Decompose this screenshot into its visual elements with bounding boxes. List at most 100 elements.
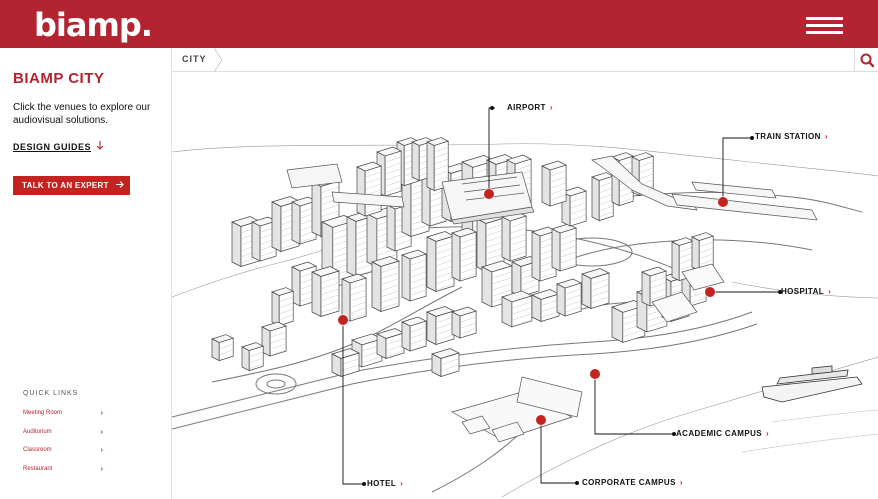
talk-to-expert-button[interactable]: TALK TO AN EXPERT bbox=[13, 176, 130, 195]
chevron-right-icon: › bbox=[824, 132, 828, 141]
building-block bbox=[251, 221, 261, 262]
chevron-right-icon: › bbox=[679, 478, 683, 487]
venue-link-train-station[interactable]: TRAIN STATION › bbox=[755, 132, 828, 141]
quick-link-label: Meeting Room bbox=[23, 410, 63, 416]
quick-link-classroom[interactable]: Classroom › bbox=[23, 447, 103, 454]
design-guides-link[interactable]: DESIGN GUIDES bbox=[13, 141, 104, 152]
search-icon[interactable] bbox=[854, 48, 878, 72]
map-pin-academic-campus[interactable] bbox=[590, 369, 600, 379]
building-block bbox=[231, 221, 242, 268]
map-pin-airport[interactable] bbox=[484, 189, 494, 199]
arrow-right-icon bbox=[116, 176, 125, 195]
chevron-right-icon: › bbox=[828, 287, 832, 296]
building-block bbox=[551, 228, 561, 272]
building-block bbox=[531, 231, 541, 282]
sidebar-intro-text: Click the venues to explore our audiovis… bbox=[13, 102, 151, 126]
building-block bbox=[311, 271, 322, 318]
city-map: AIRPORT › TRAIN STATION › HOSPITAL › ACADEM… bbox=[172, 72, 878, 499]
venue-label: HOSPITAL bbox=[781, 287, 825, 296]
chevron-right-icon: › bbox=[100, 429, 103, 436]
design-guides-label: DESIGN GUIDES bbox=[13, 142, 92, 152]
building-block bbox=[346, 216, 357, 278]
quick-link-label: Restaurant bbox=[23, 466, 53, 472]
chevron-right-icon: › bbox=[100, 410, 103, 417]
top-nav-bar: biamp. bbox=[0, 0, 878, 48]
quick-link-label: Classroom bbox=[23, 447, 52, 453]
building-block bbox=[501, 296, 513, 328]
leader-dot bbox=[750, 136, 754, 140]
chevron-right-icon: › bbox=[100, 447, 103, 454]
building-block bbox=[380, 260, 400, 312]
breadcrumb-separator bbox=[214, 48, 223, 72]
breadcrumb: CITY bbox=[172, 48, 878, 72]
venue-label: HOTEL bbox=[367, 479, 397, 488]
map-pin-train-station[interactable] bbox=[718, 197, 728, 207]
building-block bbox=[409, 253, 427, 302]
biamp-logo[interactable]: biamp. bbox=[34, 6, 153, 44]
venue-link-hotel[interactable]: HOTEL › bbox=[367, 479, 403, 488]
building-block bbox=[569, 190, 587, 227]
chevron-right-icon: › bbox=[100, 466, 103, 473]
building-block bbox=[481, 266, 493, 308]
building-block bbox=[271, 201, 282, 253]
building-block bbox=[356, 166, 366, 217]
quick-links-title: QUICK LINKS bbox=[23, 390, 79, 397]
quick-link-restaurant[interactable]: Restaurant › bbox=[23, 466, 103, 473]
building-block bbox=[291, 201, 301, 245]
quick-link-meeting-room[interactable]: Meeting Room › bbox=[23, 410, 103, 417]
hamburger-menu-icon[interactable] bbox=[806, 14, 844, 36]
venue-label: AIRPORT bbox=[507, 103, 546, 112]
chevron-right-icon: › bbox=[549, 103, 553, 112]
building-block bbox=[278, 290, 294, 327]
building-block bbox=[371, 261, 382, 313]
map-pin-hotel[interactable] bbox=[338, 315, 348, 325]
building-block bbox=[611, 306, 624, 343]
building-block bbox=[581, 273, 592, 310]
building-block bbox=[435, 235, 455, 292]
quick-link-label: Auditorium bbox=[23, 429, 52, 435]
building-block bbox=[211, 338, 220, 362]
building-block bbox=[386, 204, 396, 252]
building-block bbox=[311, 181, 322, 238]
building-block bbox=[541, 165, 551, 207]
venue-label: ACADEMIC CAMPUS bbox=[676, 429, 762, 438]
building-block bbox=[459, 310, 477, 339]
chevron-right-icon: › bbox=[400, 479, 404, 488]
venue-link-academic-campus[interactable]: ACADEMIC CAMPUS › bbox=[676, 429, 769, 438]
building-block bbox=[426, 236, 437, 293]
building-block bbox=[451, 232, 461, 282]
building-block bbox=[671, 241, 680, 282]
building-block bbox=[426, 311, 437, 346]
venue-link-corporate-campus[interactable]: CORPORATE CAMPUS › bbox=[582, 478, 683, 487]
building-block bbox=[591, 176, 600, 222]
building-block bbox=[556, 283, 566, 317]
building-block bbox=[269, 325, 287, 357]
building-block bbox=[426, 141, 435, 192]
building-block bbox=[271, 291, 280, 327]
leader-dot bbox=[490, 106, 494, 110]
building-block bbox=[501, 216, 511, 262]
building-block bbox=[241, 346, 250, 372]
breadcrumb-city[interactable]: CITY bbox=[182, 54, 207, 64]
leader-dot bbox=[575, 481, 579, 485]
quick-link-auditorium[interactable]: Auditorium › bbox=[23, 429, 103, 436]
leader-dot bbox=[362, 482, 366, 486]
map-pin-hospital[interactable] bbox=[705, 287, 715, 297]
venue-link-airport[interactable]: AIRPORT › bbox=[507, 103, 553, 112]
building-block bbox=[641, 271, 651, 307]
sidebar: BIAMP CITY Click the venues to explore o… bbox=[0, 48, 172, 499]
venue-link-hospital[interactable]: HOSPITAL › bbox=[781, 287, 831, 296]
talk-to-expert-label: TALK TO AN EXPERT bbox=[22, 181, 109, 190]
venue-label: TRAIN STATION bbox=[755, 132, 821, 141]
building-block bbox=[401, 321, 411, 352]
venue-label: CORPORATE CAMPUS bbox=[582, 478, 676, 487]
ship-illustration bbox=[761, 365, 863, 403]
building-block bbox=[691, 236, 700, 272]
building-block bbox=[590, 272, 610, 309]
building-block bbox=[401, 254, 411, 302]
building-block bbox=[366, 213, 378, 268]
building-block bbox=[476, 218, 487, 273]
chevron-right-icon: › bbox=[766, 429, 770, 438]
map-pin-corporate-campus[interactable] bbox=[536, 415, 546, 425]
sidebar-title: BIAMP CITY bbox=[13, 70, 105, 87]
